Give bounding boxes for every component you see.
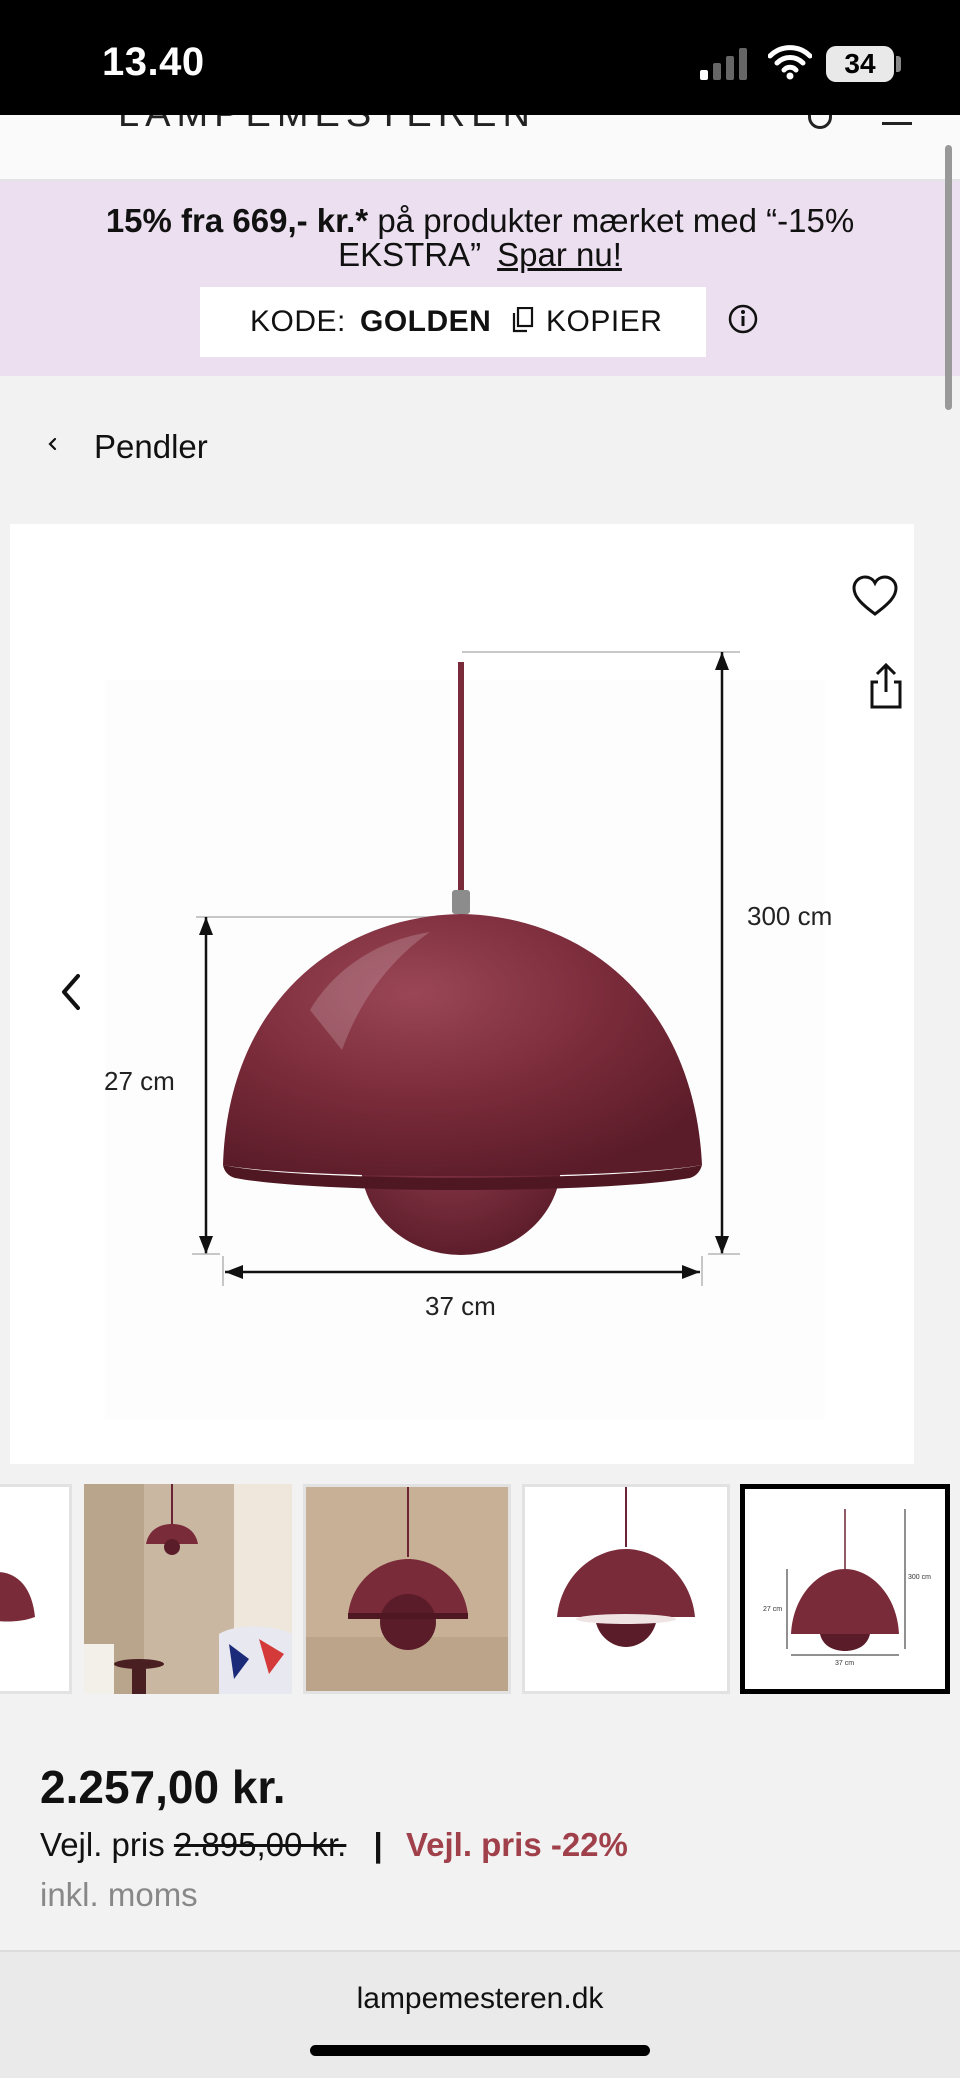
thumbnail-item-active[interactable]: 300 cm 27 cm 37 cm (740, 1484, 950, 1694)
promo-cta-link[interactable]: Spar nu! (497, 236, 622, 273)
chevron-left-icon[interactable] (56, 970, 86, 1014)
dimension-width: 37 cm (425, 1291, 496, 1321)
promo-text: 15% fra 669,- kr.* på produkter mærket m… (30, 203, 930, 239)
status-bar: 13.40 34 (0, 0, 960, 115)
thumbnail-image: 300 cm 27 cm 37 cm (745, 1489, 945, 1689)
url-label[interactable]: lampemesteren.dk (0, 1982, 960, 2016)
copy-button[interactable]: KOPIER (546, 305, 662, 339)
rrp-value: 2.895,00 kr. (173, 1826, 347, 1863)
breadcrumb-label[interactable]: Pendler (94, 428, 208, 466)
battery-icon: 34 (826, 46, 894, 82)
wifi-icon (768, 45, 812, 80)
status-time: 13.40 (102, 40, 205, 84)
home-indicator[interactable] (310, 2045, 650, 2056)
thumbnail-item[interactable] (522, 1484, 730, 1694)
thumbnail-image (0, 1487, 69, 1691)
discount-badge: Vejl. pris -22% (405, 1826, 628, 1863)
battery-nub (896, 56, 901, 72)
signal-icon (700, 48, 747, 80)
promo-text-rest: på produkter mærket med “-15% (368, 202, 855, 239)
thumb-dim-height: 300 cm (908, 1574, 931, 1581)
heart-icon[interactable] (852, 575, 898, 617)
cart-icon[interactable] (882, 115, 912, 125)
thumbnail-item[interactable] (303, 1484, 511, 1694)
copy-icon[interactable] (512, 307, 534, 333)
product-price: 2.257,00 kr. (40, 1761, 286, 1813)
promo-banner: 15% fra 669,- kr.* på produkter mærket m… (0, 181, 960, 376)
rrp-row: Vejl. pris 2.895,00 kr. | Vejl. pris -22… (40, 1826, 628, 1864)
info-icon[interactable] (727, 303, 759, 335)
search-icon[interactable] (808, 115, 832, 129)
site-header: LAMPEMESTEREN (0, 115, 960, 181)
thumbnail-image (84, 1484, 292, 1694)
site-logo[interactable]: LAMPEMESTEREN (118, 115, 536, 136)
thumb-dim-width: 37 cm (835, 1660, 854, 1667)
promo-code-box[interactable]: KODE: GOLDEN KOPIER (200, 287, 706, 357)
share-icon[interactable] (866, 662, 906, 710)
price-separator: | (373, 1826, 383, 1863)
dimension-height-total: 300 cm (747, 901, 832, 931)
promo-bold: 15% fra 669,- kr.* (105, 202, 369, 239)
browser-address-bar[interactable]: lampemesteren.dk (0, 1950, 960, 2078)
thumb-dim-shade: 27 cm (763, 1606, 782, 1613)
thumbnail-item[interactable] (84, 1484, 292, 1694)
promo-text-ekstra: EKSTRA” (338, 236, 482, 273)
thumbnail-image (306, 1487, 508, 1691)
product-image: 300 cm 27 cm 37 cm (104, 651, 832, 1420)
thumbnail-image (525, 1487, 727, 1691)
code-label: KODE: (250, 305, 346, 338)
promo-text-line2: EKSTRA” Spar nu! (30, 237, 930, 273)
vat-note: inkl. moms (40, 1876, 198, 1913)
chevron-left-icon (48, 437, 57, 451)
dimension-shade-height: 27 cm (104, 1066, 175, 1096)
scrollbar[interactable] (945, 145, 952, 410)
rrp-label: Vejl. pris (40, 1826, 165, 1863)
code-value: GOLDEN (360, 305, 492, 338)
thumbnail-strip: 300 cm 27 cm 37 cm (0, 1484, 960, 1694)
thumbnail-item[interactable] (0, 1484, 72, 1694)
